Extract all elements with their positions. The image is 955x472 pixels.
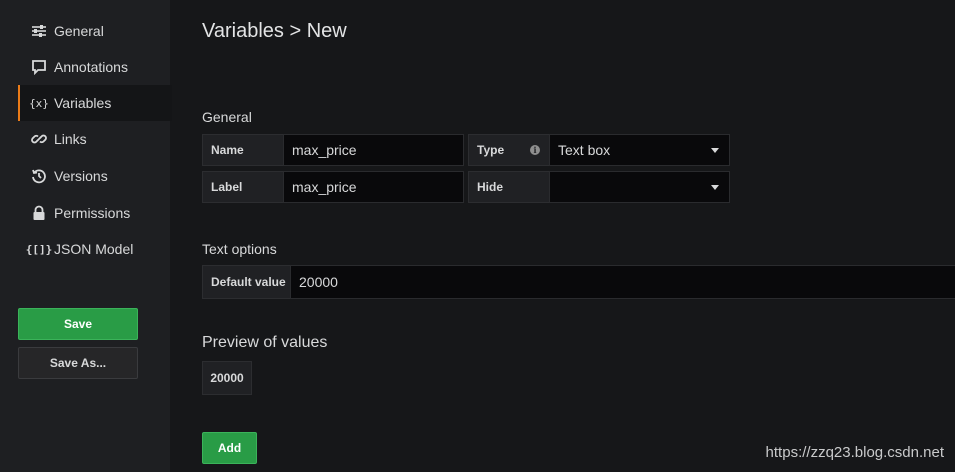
main-content: Variables > New General Name max_price T…: [170, 0, 955, 472]
sidebar-item-label: JSON Model: [54, 241, 134, 257]
caret-down-icon: [711, 148, 719, 153]
caret-down-icon: [711, 185, 719, 190]
save-button[interactable]: Save: [18, 308, 138, 340]
lock-icon: [28, 204, 50, 222]
default-value-label: Default value: [202, 265, 291, 299]
hide-label: Hide: [468, 171, 550, 203]
section-title-general: General: [202, 109, 252, 125]
sidebar-item-variables[interactable]: {x} Variables: [18, 85, 172, 121]
add-button[interactable]: Add: [202, 432, 257, 464]
section-title-text-options: Text options: [202, 241, 277, 257]
variable-braces-icon: {x}: [29, 96, 49, 110]
label-label: Label: [202, 171, 284, 203]
comment-icon: [28, 58, 50, 76]
history-icon: [28, 167, 50, 185]
hide-select[interactable]: [549, 171, 730, 203]
type-select-value: Text box: [558, 142, 611, 158]
sidebar-item-label: Permissions: [54, 205, 131, 221]
settings-sidebar: General Annotations {x} Variables Links …: [0, 0, 172, 472]
sidebar-item-label: Annotations: [54, 59, 128, 75]
page-title: Variables > New: [202, 20, 347, 42]
sidebar-item-annotations[interactable]: Annotations: [18, 49, 170, 85]
save-as-button[interactable]: Save As...: [18, 347, 138, 379]
sidebar-item-versions[interactable]: Versions: [18, 158, 170, 194]
name-input[interactable]: max_price: [283, 134, 464, 166]
label-input[interactable]: max_price: [283, 171, 464, 203]
sidebar-item-label: General: [54, 23, 104, 39]
name-label: Name: [202, 134, 284, 166]
preview-value-chip: 20000: [202, 361, 252, 395]
sidebar-item-label: Versions: [54, 168, 108, 184]
sidebar-item-permissions[interactable]: Permissions: [18, 195, 170, 231]
default-value-input[interactable]: 20000: [290, 265, 955, 299]
sidebar-item-label: Variables: [54, 95, 112, 111]
info-icon[interactable]: i: [530, 145, 540, 155]
link-icon: [28, 130, 50, 148]
sidebar-item-links[interactable]: Links: [18, 121, 170, 157]
section-title-preview: Preview of values: [202, 334, 328, 351]
type-label-text: Type: [477, 143, 505, 157]
sidebar-item-general[interactable]: General: [18, 13, 170, 49]
type-select[interactable]: Text box: [549, 134, 730, 166]
sliders-icon: [28, 22, 50, 40]
json-brackets-icon: {[]}: [25, 242, 53, 256]
type-label: Type i: [468, 134, 550, 166]
watermark-text: https://zzq23.blog.csdn.net: [765, 444, 944, 461]
sidebar-item-json-model[interactable]: {[]} JSON Model: [18, 231, 170, 267]
sidebar-item-label: Links: [54, 131, 87, 147]
